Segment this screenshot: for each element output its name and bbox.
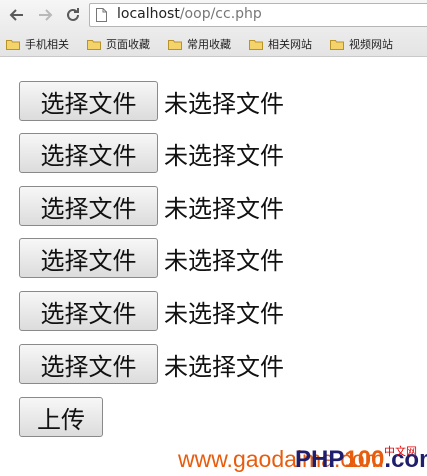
bookmark-folder[interactable]: 常用收藏	[168, 36, 231, 52]
bookmark-folder[interactable]: 视频网站	[330, 36, 393, 52]
choose-file-button[interactable]: 选择文件	[19, 81, 158, 121]
choose-file-button[interactable]: 选择文件	[19, 291, 158, 331]
file-status-text: 未选择文件	[164, 299, 284, 328]
bookmark-label: 常用收藏	[187, 38, 231, 51]
file-input-row: 选择文件 未选择文件	[19, 237, 284, 279]
folder-icon	[6, 39, 20, 50]
back-arrow-icon[interactable]	[6, 4, 28, 26]
bookmark-folder[interactable]: 页面收藏	[87, 36, 150, 52]
bookmark-label: 页面收藏	[106, 38, 150, 51]
browser-toolbar: localhost/oop/cc.php	[0, 0, 427, 31]
choose-file-button[interactable]: 选择文件	[19, 238, 158, 278]
logo-prefix: PHP	[295, 446, 345, 473]
file-input-row: 选择文件 未选择文件	[19, 80, 284, 122]
bookmark-folder[interactable]: 手机相关	[6, 36, 69, 52]
watermark-badge: 中文网	[384, 445, 417, 458]
upload-button[interactable]: 上传	[19, 397, 103, 437]
bookmark-label: 相关网站	[268, 38, 312, 51]
address-bar[interactable]: localhost/oop/cc.php	[89, 3, 427, 27]
file-input-row: 选择文件 未选择文件	[19, 290, 284, 332]
bookmark-label: 手机相关	[25, 38, 69, 51]
bookmarks-bar: 手机相关 页面收藏 常用收藏 相关网站 视频网站	[0, 31, 427, 57]
url-host: localhost	[117, 6, 180, 22]
folder-icon	[249, 39, 263, 50]
submit-row: 上传	[19, 396, 103, 438]
folder-icon	[330, 39, 344, 50]
file-status-text: 未选择文件	[164, 89, 284, 118]
file-status-text: 未选择文件	[164, 141, 284, 170]
file-status-text: 未选择文件	[164, 194, 284, 223]
file-input-row: 选择文件 未选择文件	[19, 132, 284, 174]
file-status-text: 未选择文件	[164, 352, 284, 381]
choose-file-button[interactable]: 选择文件	[19, 133, 158, 173]
file-input-row: 选择文件 未选择文件	[19, 343, 284, 385]
url-text: localhost/oop/cc.php	[117, 6, 262, 22]
bookmark-label: 视频网站	[349, 38, 393, 51]
choose-file-button[interactable]: 选择文件	[19, 186, 158, 226]
folder-icon	[87, 39, 101, 50]
page-icon	[96, 8, 107, 22]
forward-arrow-icon[interactable]	[34, 4, 56, 26]
logo-number: 100	[344, 446, 385, 473]
file-status-text: 未选择文件	[164, 246, 284, 275]
file-input-row: 选择文件 未选择文件	[19, 185, 284, 227]
reload-icon[interactable]	[62, 4, 84, 26]
folder-icon	[168, 39, 182, 50]
url-path: /oop/cc.php	[179, 6, 262, 22]
choose-file-button[interactable]: 选择文件	[19, 344, 158, 384]
bookmark-folder[interactable]: 相关网站	[249, 36, 312, 52]
